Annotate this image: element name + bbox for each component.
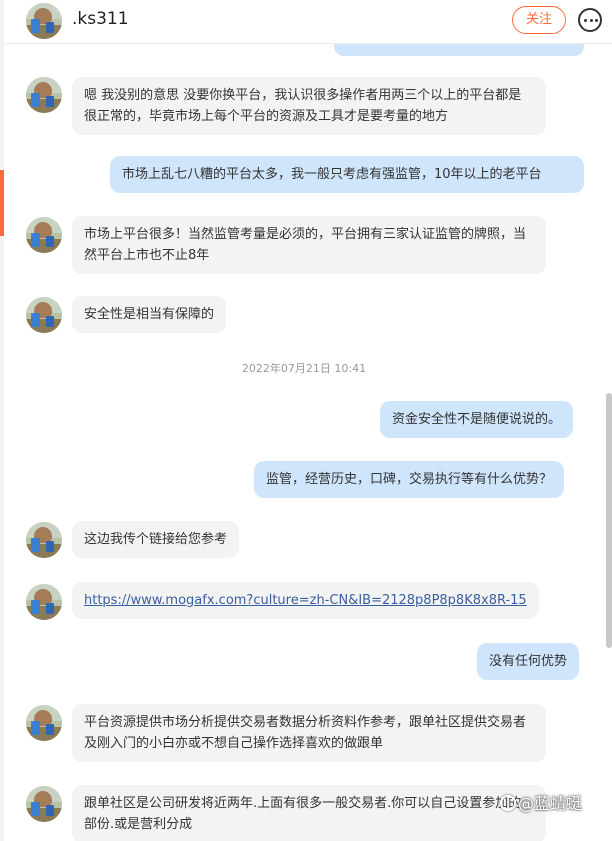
message-bubble-outgoing: 监管，经营历史，口碑，交易执行等有什么优势？ <box>254 461 565 498</box>
avatar[interactable] <box>26 3 62 39</box>
watermark: @蓝蜻蜓 <box>500 790 582 814</box>
more-icon[interactable] <box>578 8 602 32</box>
avatar[interactable] <box>26 786 62 822</box>
message-bubble-incoming: 市场上平台很多！当然监管考量是必须的，平台拥有三家认证监管的牌照，当然平台上市也… <box>72 216 546 274</box>
message-bubble-incoming: 平台资源提供市场分析提供交易者数据分析资料作参考，跟单社区提供交易者及刚入门的小… <box>72 704 546 762</box>
left-panel-edge <box>0 0 4 841</box>
message-bubble-outgoing: 市场上乱七八糟的平台太多，我一般只考虑有强监管，10年以上的老平台 <box>110 156 584 193</box>
contact-name: .ks311 <box>72 9 129 29</box>
message-timestamp: 2022年07月21日 10:41 <box>241 362 367 375</box>
message-bubble-incoming-link: https://www.mogafx.com?culture=zh-CN&IB=… <box>72 582 539 619</box>
message-bubble-incoming: 安全性是相当有保障的 <box>72 296 227 333</box>
follow-button[interactable]: 关注 <box>512 6 566 34</box>
message-bubble-incoming: 这边我传个链接给您参考 <box>72 521 240 558</box>
left-panel-active-marker <box>0 170 4 236</box>
message-bubble-incoming: 跟单社区是公司研发将近两年.上面有很多一般交易者.你可以自己设置参加的部份.或是… <box>72 785 546 841</box>
watermark-icon <box>500 795 516 811</box>
avatar[interactable] <box>26 522 62 558</box>
avatar[interactable] <box>26 217 62 253</box>
message-bubble-incoming: 嗯 我没别的意思 没要你换平台，我认识很多操作者用两三个以上的平台都是很正常的，… <box>72 77 546 135</box>
watermark-text: @蓝蜻蜓 <box>518 794 583 813</box>
avatar[interactable] <box>26 705 62 741</box>
avatar[interactable] <box>26 584 62 620</box>
avatar[interactable] <box>26 297 62 333</box>
chat-header: .ks311 关注 <box>4 0 612 44</box>
message-bubble-outgoing: 没有任何优势 <box>477 643 580 680</box>
message-bubble-outgoing: 资金安全性不是随便说说的。 <box>380 401 574 438</box>
chat-scrollbar[interactable] <box>606 393 612 648</box>
shared-link[interactable]: https://www.mogafx.com?culture=zh-CN&IB=… <box>84 593 527 608</box>
avatar[interactable] <box>26 77 62 113</box>
